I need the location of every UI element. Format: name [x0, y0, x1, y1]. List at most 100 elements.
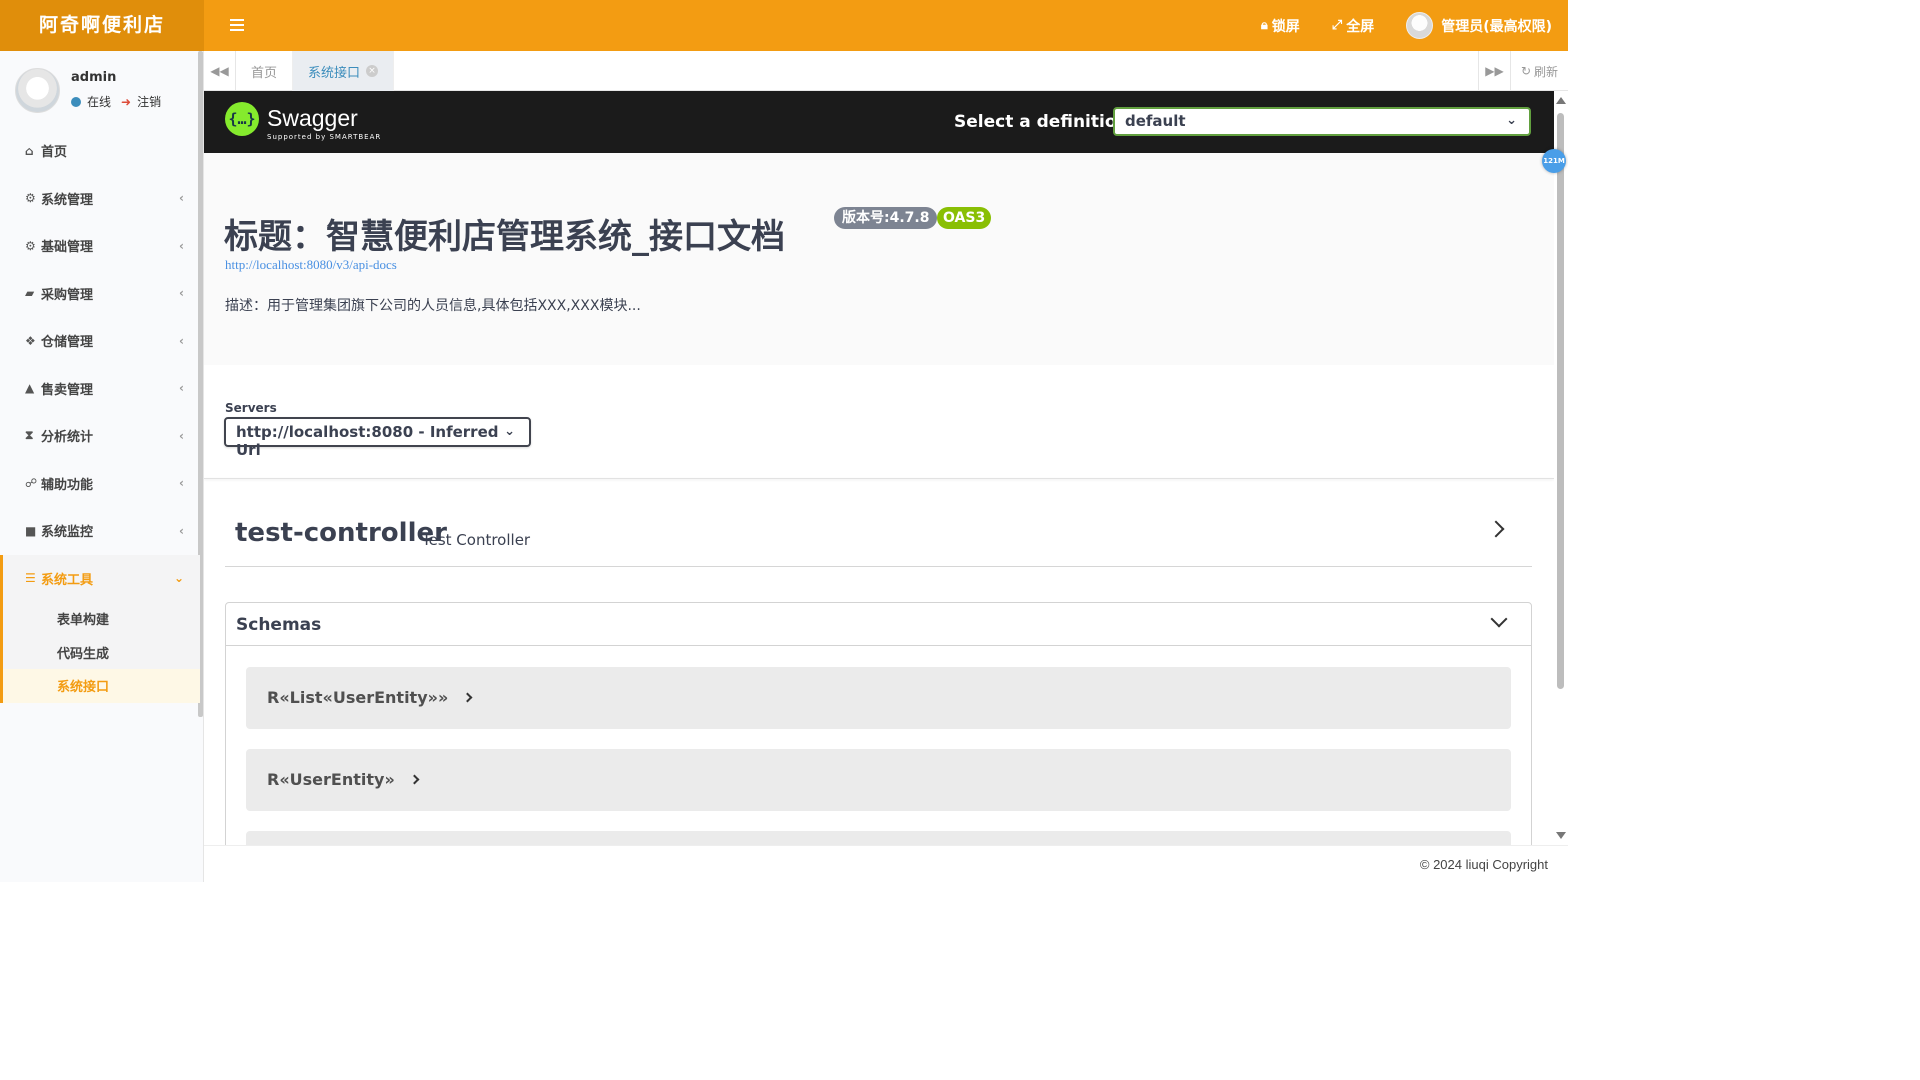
- scrollbar-thumb[interactable]: [1557, 113, 1564, 689]
- list-icon: ☰: [25, 571, 36, 586]
- app-logo[interactable]: 阿奇啊便利店: [0, 0, 204, 51]
- sign-out-icon[interactable]: ➜: [121, 95, 131, 109]
- sidebar-item-warehouse-management[interactable]: ❖ 仓储管理 ‹: [0, 317, 200, 365]
- header-actions: 🔒︎ 锁屏 ⤢ 全屏 管理员(最高权限): [1229, 0, 1552, 51]
- chevron-left-icon: ‹: [179, 523, 184, 538]
- video-camera-icon: ■: [25, 523, 37, 538]
- chevron-left-icon: ‹: [179, 333, 184, 348]
- user-panel: admin 在线 ➜ 注销: [0, 51, 200, 127]
- user-menu[interactable]: 管理员(最高权限): [1406, 12, 1552, 39]
- chevron-down-icon: [1490, 610, 1508, 628]
- servers-label: Servers: [225, 401, 277, 415]
- tabs-scroll-left-icon[interactable]: ◀◀: [204, 51, 236, 91]
- content-scrollbar[interactable]: [1554, 91, 1568, 845]
- online-dot-icon: [71, 96, 81, 107]
- tab-home[interactable]: 首页: [236, 51, 294, 91]
- close-icon[interactable]: ×: [366, 65, 379, 77]
- copyright-text: © 2024 liuqi Copyright: [1419, 857, 1548, 872]
- sidebar-item-label: 分析统计: [41, 430, 94, 446]
- sidebar-item-label: 基础管理: [41, 240, 94, 256]
- servers-select[interactable]: http://localhost:8080 - Inferred Url ⌄: [224, 417, 531, 459]
- sidebar-item-label: 售卖管理: [41, 382, 94, 398]
- divider: [204, 478, 1554, 479]
- tabs-scroll-right-icon[interactable]: ▶▶: [1478, 51, 1510, 91]
- chevron-left-icon: ‹: [179, 238, 184, 253]
- sidebar-item-label: 辅助功能: [41, 477, 94, 493]
- refresh-label: 刷新: [1534, 64, 1559, 79]
- sidebar-item-label: 系统工具: [41, 572, 94, 588]
- sidebar-item-label: 首页: [41, 145, 68, 161]
- chevron-right-icon: [1487, 520, 1505, 538]
- schemas-title: Schemas: [236, 615, 322, 635]
- sidebar-item-monitoring[interactable]: ■ 系统监控 ‹: [0, 507, 200, 555]
- definition-select-label: Select a definition: [954, 112, 1129, 132]
- lock-icon: 🔒︎: [1260, 18, 1268, 33]
- model-item[interactable]: [246, 831, 1511, 845]
- fullscreen-button[interactable]: ⤢ 全屏: [1332, 16, 1374, 36]
- gears-icon: ⚙: [25, 238, 36, 253]
- truck-icon: ▰: [25, 286, 35, 301]
- sidebar-item-home[interactable]: ⌂ 首页: [0, 127, 200, 175]
- scroll-down-icon[interactable]: [1556, 832, 1566, 839]
- avatar: [1406, 12, 1434, 39]
- sidebar-item-label: 采购管理: [41, 287, 94, 303]
- sidebar-item-system-tools[interactable]: ☰ 系统工具 ⌄: [0, 554, 200, 602]
- sidebar-item-label: 系统监控: [41, 525, 94, 541]
- user-menu-label: 管理员(最高权限): [1441, 18, 1552, 35]
- chevron-left-icon: ‹: [179, 381, 184, 396]
- chevron-down-icon: ⌄: [504, 424, 515, 439]
- sidebar-subitem-code-generation[interactable]: 代码生成: [3, 636, 200, 670]
- tab-system-api[interactable]: 系统接口 ×: [293, 51, 395, 91]
- server-value: http://localhost:8080 - Inferred Url: [236, 423, 499, 459]
- swagger-logo-icon: {…}: [225, 102, 259, 136]
- version-badge: 版本号:4.7.8: [834, 207, 938, 229]
- model-name: R«UserEntity»: [267, 770, 420, 789]
- chevron-left-icon: ‹: [179, 428, 184, 443]
- sidebar-item-system-management[interactable]: ⚙ 系统管理 ‹: [0, 175, 200, 223]
- chevron-left-icon: ‹: [179, 476, 184, 491]
- api-docs-link[interactable]: http://localhost:8080/v3/api-docs: [225, 257, 397, 273]
- sidebar-item-basic-management[interactable]: ⚙ 基础管理 ‹: [0, 222, 200, 270]
- user-avatar: [15, 68, 60, 113]
- sidebar-subitem-system-api[interactable]: 系统接口: [3, 669, 200, 703]
- tag-section-test-controller[interactable]: test-controller Test Controller: [225, 511, 1532, 567]
- handshake-icon: ☍: [25, 476, 38, 491]
- swagger-frame: {…} Swagger Supported by SMARTBEAR Selec…: [204, 91, 1568, 845]
- model-item[interactable]: R«UserEntity»: [246, 749, 1511, 811]
- shopping-bag-icon: ▲: [25, 381, 35, 396]
- memory-badge: 121M: [1542, 149, 1566, 173]
- footer: © 2024 liuqi Copyright: [204, 845, 1568, 882]
- swagger-logo-text: Swagger: [267, 105, 358, 131]
- sidebar-subitem-form-builder[interactable]: 表单构建: [3, 602, 200, 636]
- tab-label: 系统接口: [308, 65, 361, 81]
- chevron-left-icon: ‹: [179, 286, 184, 301]
- sidebar: admin 在线 ➜ 注销 ⌂ 首页 ⚙ 系统管理 ‹ ⚙ 基础管理 ‹ ▰ 采…: [0, 51, 204, 882]
- sidebar-item-statistics[interactable]: ⧗ 分析统计 ‹: [0, 412, 200, 460]
- expand-icon: ⤢: [1331, 18, 1343, 33]
- user-name: admin: [71, 70, 117, 85]
- chevron-right-icon: [409, 774, 420, 785]
- schemas-header[interactable]: Schemas: [226, 603, 1531, 646]
- sidebar-item-purchase-management[interactable]: ▰ 采购管理 ‹: [0, 270, 200, 318]
- sidebar-item-auxiliary[interactable]: ☍ 辅助功能 ‹: [0, 460, 200, 508]
- user-status: 在线 ➜ 注销: [71, 93, 161, 110]
- refresh-icon: ↻: [1520, 64, 1532, 78]
- definition-value: default: [1125, 112, 1186, 130]
- tag-description: Test Controller: [422, 531, 531, 549]
- model-name-text: R«List«UserEntity»»: [267, 688, 449, 707]
- logout-link[interactable]: 注销: [137, 93, 161, 110]
- lock-screen-button[interactable]: 🔒︎ 锁屏: [1261, 16, 1300, 36]
- system-tools-submenu: 表单构建 代码生成 系统接口: [0, 602, 200, 703]
- chevron-right-icon: [462, 692, 473, 703]
- page-title: 标题：智慧便利店管理系统_接口文档: [224, 217, 785, 257]
- top-header: 阿奇啊便利店 🔒︎ 锁屏 ⤢ 全屏 管理员(最高权限): [0, 0, 1568, 51]
- refresh-button[interactable]: ↻ 刷新: [1510, 51, 1568, 91]
- sidebar-toggle-icon[interactable]: [230, 17, 244, 33]
- model-item[interactable]: R«List«UserEntity»»: [246, 667, 1511, 729]
- sidebar-item-sales-management[interactable]: ▲ 售卖管理 ‹: [0, 365, 200, 413]
- model-name-text: R«UserEntity»: [267, 770, 395, 789]
- tag-name: test-controller: [235, 518, 447, 548]
- scroll-up-icon[interactable]: [1556, 97, 1566, 104]
- schemas-section: Schemas R«List«UserEntity»» R«UserEntity…: [225, 602, 1532, 845]
- definition-select[interactable]: default ⌄: [1113, 107, 1531, 136]
